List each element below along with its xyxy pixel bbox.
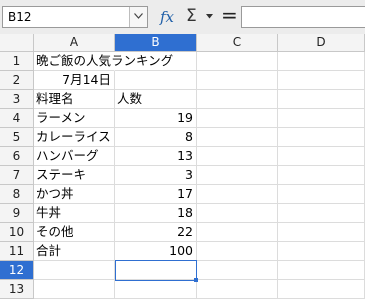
column-header-c[interactable]: C: [197, 34, 278, 52]
cell-d11[interactable]: [278, 242, 365, 261]
cell-c3[interactable]: [197, 90, 278, 109]
cell-a4[interactable]: ラーメン: [34, 109, 115, 128]
name-box-value: B12: [8, 10, 32, 24]
row-header-3[interactable]: 3: [0, 90, 34, 109]
cell-b4[interactable]: 19: [115, 109, 197, 128]
column-header-d[interactable]: D: [278, 34, 365, 52]
cell-a7-text: ステーキ: [36, 167, 87, 182]
cell-d5[interactable]: [278, 128, 365, 147]
cell-c10[interactable]: [197, 223, 278, 242]
cell-c7[interactable]: [197, 166, 278, 185]
cell-a1[interactable]: 晩ご飯の人気ランキング: [34, 52, 173, 71]
function-wizard-icon[interactable]: fx: [160, 6, 180, 28]
cell-d1[interactable]: [278, 52, 365, 71]
cell-b9[interactable]: 18: [115, 204, 197, 223]
row-header-1[interactable]: 1: [0, 52, 34, 71]
cell-d2[interactable]: [278, 71, 365, 90]
cell-d8[interactable]: [278, 185, 365, 204]
cell-c2[interactable]: [197, 71, 278, 90]
cell-b10-text: 22: [177, 224, 193, 239]
cell-b3[interactable]: 人数: [115, 90, 197, 109]
cell-b3-text: 人数: [117, 91, 143, 106]
row-header-10[interactable]: 10: [0, 223, 34, 242]
cell-d3[interactable]: [278, 90, 365, 109]
cell-d13[interactable]: [278, 280, 365, 299]
cell-a7[interactable]: ステーキ: [34, 166, 115, 185]
cell-b7-text: 3: [185, 167, 193, 182]
row-header-6[interactable]: 6: [0, 147, 34, 166]
cell-a4-text: ラーメン: [36, 110, 86, 125]
cell-cursor[interactable]: [115, 260, 197, 281]
cell-c11[interactable]: [197, 242, 278, 261]
cell-a9[interactable]: 牛丼: [34, 204, 115, 223]
cell-b7[interactable]: 3: [115, 166, 197, 185]
cell-b5-text: 8: [185, 129, 193, 144]
cell-a9-text: 牛丼: [36, 205, 62, 220]
cell-a10[interactable]: その他: [34, 223, 115, 242]
cell-b6-text: 13: [177, 148, 193, 163]
cell-d4[interactable]: [278, 109, 365, 128]
cell-a3[interactable]: 料理名: [34, 90, 115, 109]
cell-a5-text: カレーライス: [36, 129, 111, 144]
row-header-13[interactable]: 13: [0, 280, 34, 299]
cell-a11[interactable]: 合計: [34, 242, 115, 261]
cell-b11[interactable]: 100: [115, 242, 197, 261]
cell-c9[interactable]: [197, 204, 278, 223]
cell-d10[interactable]: [278, 223, 365, 242]
cell-a13[interactable]: [34, 280, 115, 299]
row-header-4[interactable]: 4: [0, 109, 34, 128]
row-header-2[interactable]: 2: [0, 71, 34, 90]
cell-b5[interactable]: 8: [115, 128, 197, 147]
cell-a10-text: その他: [36, 224, 74, 239]
cell-c13[interactable]: [197, 280, 278, 299]
cell-d9[interactable]: [278, 204, 365, 223]
cell-a11-text: 合計: [36, 243, 62, 258]
cell-b10[interactable]: 22: [115, 223, 197, 242]
row-header-5[interactable]: 5: [0, 128, 34, 147]
formula-icon[interactable]: =: [221, 4, 238, 26]
chevron-down-icon: [134, 13, 143, 19]
cell-b9-text: 18: [177, 205, 193, 220]
name-box-dropdown[interactable]: [129, 7, 147, 27]
row-header-11[interactable]: 11: [0, 242, 34, 261]
cell-b6[interactable]: 13: [115, 147, 197, 166]
column-header-a[interactable]: A: [34, 34, 115, 52]
formula-input[interactable]: [241, 6, 365, 28]
formula-bar: B12 fx Σ =: [0, 0, 365, 34]
cell-b8[interactable]: 17: [115, 185, 197, 204]
cell-b13[interactable]: [115, 280, 197, 299]
cell-a6-text: ハンバーグ: [36, 148, 99, 163]
cell-b1[interactable]: [115, 52, 197, 71]
name-box[interactable]: B12: [2, 6, 148, 28]
row-header-8[interactable]: 8: [0, 185, 34, 204]
sum-dropdown-icon[interactable]: [206, 14, 213, 19]
spreadsheet-grid: A B C D 1 2 3 4 5 6 7 8 9 10 11 12 13 晩ご…: [0, 34, 365, 299]
cell-c1[interactable]: [197, 52, 278, 71]
cell-c8[interactable]: [197, 185, 278, 204]
cell-c4[interactable]: [197, 109, 278, 128]
cell-a8[interactable]: かつ丼: [34, 185, 115, 204]
column-header-b[interactable]: B: [115, 34, 197, 52]
cell-c5[interactable]: [197, 128, 278, 147]
cell-b2[interactable]: [115, 71, 197, 90]
cell-a2[interactable]: 7月14日: [34, 71, 115, 90]
cell-b8-text: 17: [177, 186, 193, 201]
cell-a6[interactable]: ハンバーグ: [34, 147, 115, 166]
cell-d6[interactable]: [278, 147, 365, 166]
fill-handle[interactable]: [194, 278, 198, 282]
cell-b11-text: 100: [169, 243, 193, 258]
row-header-9[interactable]: 9: [0, 204, 34, 223]
cell-d7[interactable]: [278, 166, 365, 185]
sum-icon[interactable]: Σ: [186, 5, 202, 27]
cell-a8-text: かつ丼: [36, 186, 74, 201]
select-all-corner[interactable]: [0, 34, 34, 52]
row-header-7[interactable]: 7: [0, 166, 34, 185]
cell-a3-text: 料理名: [36, 91, 74, 106]
cell-b4-text: 19: [177, 110, 193, 125]
cell-a2-text: 7月14日: [62, 72, 111, 87]
cell-c6[interactable]: [197, 147, 278, 166]
cell-a5[interactable]: カレーライス: [34, 128, 115, 147]
